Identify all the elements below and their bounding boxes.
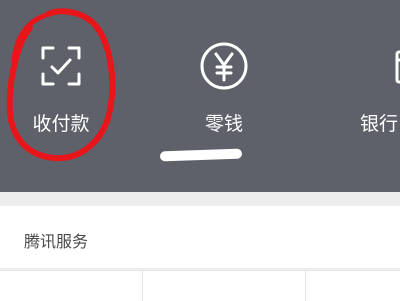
pay-receive-label: 收付款: [32, 113, 90, 135]
balance-button[interactable]: 零钱: [169, 40, 279, 150]
balance-label: 零钱: [204, 113, 243, 135]
yuan-coin-icon: [200, 42, 248, 90]
grid-cell[interactable]: [143, 271, 306, 301]
bank-card-icon: [395, 50, 400, 84]
scan-check-icon: [41, 46, 81, 86]
grid-cell[interactable]: [0, 271, 143, 301]
pay-receive-button[interactable]: 收付款: [6, 40, 116, 150]
redaction-mark: [159, 148, 243, 162]
wallet-header: 收付款 零钱 银行: [0, 0, 400, 192]
tencent-services-section: 腾讯服务: [0, 206, 400, 268]
services-grid: [0, 270, 400, 301]
section-title: 腾讯服务: [24, 232, 89, 251]
bank-card-label: 银行: [360, 113, 399, 135]
bank-card-button[interactable]: 银行: [336, 40, 400, 150]
grid-cell[interactable]: [306, 271, 400, 301]
